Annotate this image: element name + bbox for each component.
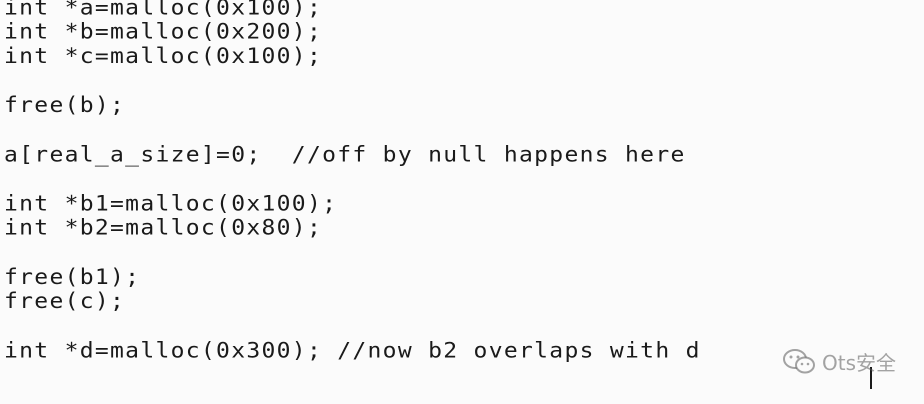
code-line: int *b2=malloc(0x80); bbox=[4, 216, 323, 241]
code-line: free(c); bbox=[4, 289, 126, 314]
code-line: a[real_a_size]=0; //off by null happens … bbox=[4, 142, 686, 167]
code-line: int *a=malloc(0x100); bbox=[4, 0, 323, 20]
code-line: free(b); bbox=[4, 93, 126, 118]
code-block: int *a=malloc(0x100); int *b=malloc(0x200… bbox=[4, 0, 701, 363]
code-line: free(b1); bbox=[4, 265, 141, 290]
wechat-icon bbox=[782, 348, 818, 376]
code-line: int *c=malloc(0x100); bbox=[4, 44, 323, 69]
code-line: int *d=malloc(0x300); //now b2 overlaps … bbox=[4, 338, 701, 363]
watermark-text: Ots安全 bbox=[821, 351, 896, 375]
code-line: int *b=malloc(0x200); bbox=[4, 20, 323, 45]
watermark: Ots安全 bbox=[782, 347, 896, 376]
code-line: int *b1=malloc(0x100); bbox=[4, 191, 338, 216]
